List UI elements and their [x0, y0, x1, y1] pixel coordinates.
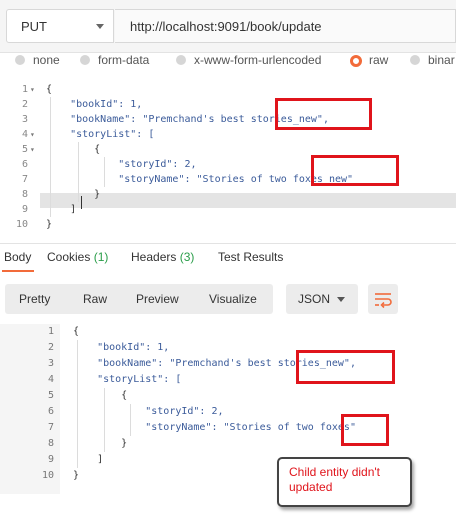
line-number: 10	[41, 470, 54, 481]
line-number: 1	[21, 84, 28, 95]
tab-cookies[interactable]: Cookies (1)	[47, 250, 108, 264]
response-toolbar: Pretty Raw Preview Visualize JSON	[0, 281, 456, 317]
body-type-raw[interactable]: raw	[369, 53, 388, 67]
line-number: 2	[47, 342, 54, 353]
line-number: 3	[21, 114, 28, 125]
code-line: {	[46, 84, 53, 95]
tab-label: Cookies	[47, 250, 91, 264]
tab-count: (3)	[179, 250, 195, 264]
url-text: http://localhost:9091/book/update	[130, 19, 322, 34]
line-number: 6	[47, 406, 54, 417]
format-select[interactable]: JSON	[286, 284, 358, 314]
line-number: 4	[47, 374, 54, 385]
code-line: "storyName": "Stories of two foxes_new"	[46, 174, 354, 185]
url-input[interactable]: http://localhost:9091/book/update	[115, 9, 456, 43]
tab-label: Body	[4, 250, 32, 264]
line-number: 4	[21, 129, 28, 140]
code-line: "storyList": [	[73, 374, 182, 385]
code-line: "storyName": "Stories of two foxes"	[73, 422, 356, 433]
code-line: "bookId": 1,	[46, 99, 143, 110]
tab-body[interactable]: Body	[4, 250, 31, 264]
wrap-lines-icon	[375, 293, 392, 309]
code-line: "storyList": [	[46, 129, 155, 140]
radio-icon[interactable]	[350, 55, 362, 67]
line-number: 2	[21, 99, 28, 110]
pretty-button[interactable]: Pretty	[19, 292, 50, 306]
request-body-editor[interactable]: 1 2 3 4 5 6 7 8 9 10 ▾ ▾ ▾ { "bookId": 1…	[0, 76, 456, 230]
highlight-response-bookname	[296, 350, 395, 384]
line-number: 5	[21, 144, 28, 155]
body-type-form-data[interactable]: form-data	[98, 53, 149, 67]
method-label: PUT	[21, 19, 47, 34]
chevron-down-icon	[96, 24, 104, 29]
code-line: }	[73, 470, 80, 481]
highlight-request-bookname	[275, 98, 372, 130]
fold-arrow-icon[interactable]: ▾	[30, 142, 38, 157]
line-number: 6	[21, 159, 28, 170]
line-number: 9	[47, 454, 54, 465]
highlight-request-storyname	[311, 155, 399, 186]
line-number: 7	[21, 174, 28, 185]
code-line: }	[46, 219, 53, 230]
tab-headers[interactable]: Headers (3)	[131, 250, 194, 264]
code-line: }	[73, 438, 128, 449]
annotation-callout: Child entity didn't updated	[277, 457, 412, 507]
radio-icon[interactable]	[15, 55, 25, 65]
radio-icon[interactable]	[80, 55, 90, 65]
body-type-binary[interactable]: binar	[428, 53, 455, 67]
active-tab-indicator	[2, 270, 34, 272]
text-caret	[81, 196, 82, 209]
code-line: "storyId": 2,	[73, 406, 224, 417]
response-tabs: Body Cookies (1) Headers (3) Test Result…	[0, 243, 456, 272]
tab-label: Test Results	[218, 250, 284, 264]
fold-arrow-icon[interactable]: ▾	[30, 127, 38, 142]
line-number: 7	[47, 422, 54, 433]
method-select[interactable]: PUT	[6, 9, 114, 43]
code-line: ]	[46, 204, 77, 215]
chevron-down-icon	[337, 297, 345, 302]
highlight-response-storyname	[341, 414, 389, 446]
wrap-lines-button[interactable]	[368, 284, 398, 314]
line-number: 1	[47, 326, 54, 337]
body-type-none[interactable]: none	[33, 53, 60, 67]
tab-test-results[interactable]: Test Results	[218, 250, 283, 264]
code-line: {	[73, 390, 128, 401]
format-label: JSON	[298, 292, 331, 306]
visualize-button[interactable]: Visualize	[209, 292, 257, 306]
tab-count: (1)	[93, 250, 109, 264]
line-number: 8	[21, 189, 28, 200]
view-mode-segment: Pretty Raw Preview Visualize	[5, 284, 273, 314]
annotation-text: Child entity didn't updated	[289, 465, 381, 494]
line-number: 5	[47, 390, 54, 401]
request-bar: PUT http://localhost:9091/book/update	[0, 0, 456, 53]
line-number: 8	[47, 438, 54, 449]
code-line: {	[73, 326, 80, 337]
preview-button[interactable]: Preview	[136, 292, 179, 306]
body-type-urlencoded[interactable]: x-www-form-urlencoded	[194, 53, 321, 67]
raw-button[interactable]: Raw	[83, 292, 107, 306]
radio-icon[interactable]	[410, 55, 420, 65]
radio-icon[interactable]	[176, 55, 186, 65]
code-line: ]	[73, 454, 104, 465]
code-line: }	[46, 189, 101, 200]
code-line: "bookId": 1,	[73, 342, 170, 353]
tab-label: Headers	[131, 250, 177, 264]
code-line: {	[46, 144, 101, 155]
line-number: 9	[21, 204, 28, 215]
code-line: "storyId": 2,	[46, 159, 197, 170]
line-number: 10	[15, 219, 28, 230]
body-type-options: none form-data x-www-form-urlencoded raw…	[0, 53, 456, 71]
fold-arrow-icon[interactable]: ▾	[30, 82, 38, 97]
line-number: 3	[47, 358, 54, 369]
